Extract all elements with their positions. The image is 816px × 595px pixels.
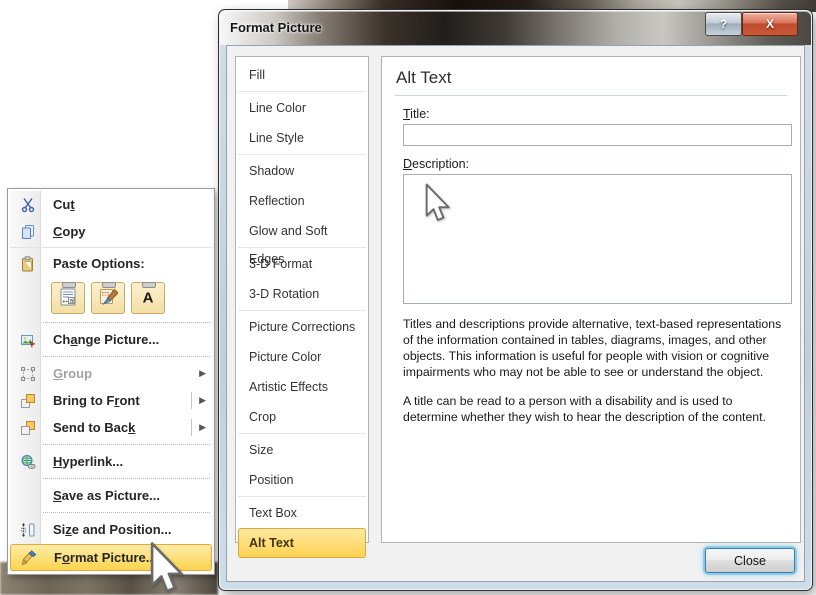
svg-text:A: A [143,289,154,306]
paste-option-source-formatting[interactable]: a [51,282,85,314]
sidebar-item-crop[interactable]: Crop [238,402,366,432]
scissors-icon [14,197,42,213]
copy-icon [14,224,42,240]
mouse-cursor [424,182,450,223]
submenu-arrow-icon: ▶ [199,368,206,379]
menu-item-label: Copy [53,224,86,239]
paste-options-row: aA [10,277,212,319]
sidebar-item-3-d-rotation[interactable]: 3-D Rotation [238,279,366,309]
sidebar-item-shadow[interactable]: Shadow [238,156,366,186]
description-input[interactable] [403,174,792,304]
sidebar-item-size[interactable]: Size [238,435,366,465]
heading-divider [395,95,787,96]
menu-item-label: Size and Position... [53,522,171,537]
sidebar-item-picture-corrections[interactable]: Picture Corrections [238,312,366,342]
dialog-help-button[interactable]: ? [705,12,742,36]
change-picture-icon [14,332,42,348]
menu-item-label: Save as Picture... [53,488,160,503]
svg-text:a: a [69,297,73,304]
group-icon [14,366,42,382]
help-icon: ? [720,17,727,31]
dialog-title: Format Picture [230,20,322,35]
sidebar-item-line-color[interactable]: Line Color [238,93,366,123]
submenu-split-divider [191,392,192,409]
dialog-close-button[interactable]: X [742,12,798,36]
submenu-arrow-icon: ▶ [199,422,206,433]
mouse-cursor [148,540,184,595]
submenu-split-divider [191,419,192,436]
menu-item-label: Group [53,366,92,381]
menu-item-send-to-back[interactable]: Send to Back ▶ [10,414,212,441]
context-menu: CutCopyPaste Options:aAChange Picture...… [7,188,215,575]
menu-item-cut[interactable]: Cut [10,191,212,218]
category-list: FillLine ColorLine StyleShadowReflection… [235,56,369,543]
sidebar-item-position[interactable]: Position [238,465,366,495]
sidebar-item-alt-text[interactable]: Alt Text [238,528,366,558]
title-input[interactable] [403,124,792,146]
sidebar-group-separator [238,433,366,434]
menu-item-label: Format Picture... [54,550,157,565]
paste-brush-icon [98,287,118,310]
screen: CutCopyPaste Options:aAChange Picture...… [0,0,816,595]
menu-item-label: Hyperlink... [53,454,123,469]
menu-separator [43,356,210,357]
alt-text-help-paragraph-2: A title can be read to a person with a d… [403,394,788,426]
menu-separator [43,444,210,445]
sidebar-item-artistic-effects[interactable]: Artistic Effects [238,372,366,402]
alt-text-help-paragraph-1: Titles and descriptions provide alternat… [403,317,788,381]
description-label: Description: [403,157,800,171]
paste-option-keep-text-only[interactable]: A [131,282,165,314]
menu-item-paste-options: Paste Options: [10,250,212,277]
submenu-arrow-icon: ▶ [199,395,206,406]
menu-item-change-picture[interactable]: Change Picture... [10,326,212,353]
menu-item-label: Cut [53,197,75,212]
menu-item-size-and-position[interactable]: Size and Position... [10,516,212,543]
alt-text-panel: Alt Text Title: Description: Titles and … [381,56,801,543]
send-to-back-icon [14,420,42,436]
paste-icon [14,256,42,272]
menu-item-label: Change Picture... [53,332,159,347]
sidebar-item-picture-color[interactable]: Picture Color [238,342,366,372]
sidebar-group-separator [238,91,366,92]
paste-option-destination-theme[interactable] [91,282,125,314]
menu-separator [43,322,210,323]
sidebar-group-separator [238,496,366,497]
menu-item-label: Paste Options: [53,256,145,271]
sidebar-group-separator [238,310,366,311]
sidebar-item-glow-and-soft-edges[interactable]: Glow and Soft Edges [238,216,366,246]
close-button[interactable]: Close [705,548,795,573]
dialog-content: FillLine ColorLine StyleShadowReflection… [226,45,805,582]
paste-letter-a-icon: A [138,287,158,310]
panel-heading: Alt Text [396,68,786,88]
menu-separator [43,478,210,479]
menu-separator [10,247,212,248]
bring-to-front-icon [14,393,42,409]
sidebar-item-reflection[interactable]: Reflection [238,186,366,216]
close-icon: X [766,17,774,31]
menu-item-label: Bring to Front [53,393,140,408]
format-picture-icon [15,550,43,566]
menu-item-save-as-picture[interactable]: Save as Picture... [10,482,212,509]
sidebar-group-separator [238,154,366,155]
menu-item-label: Send to Back [53,420,135,435]
menu-separator [43,512,210,513]
sidebar-item-line-style[interactable]: Line Style [238,123,366,153]
menu-item-bring-to-front[interactable]: Bring to Front ▶ [10,387,212,414]
menu-item-group[interactable]: Group ▶ [10,360,212,387]
title-label: Title: [403,107,800,121]
menu-item-hyperlink[interactable]: Hyperlink... [10,448,212,475]
description-field-wrap [403,174,786,304]
sidebar-item-text-box[interactable]: Text Box [238,498,366,528]
size-position-icon [14,522,42,538]
sidebar-item-fill[interactable]: Fill [238,60,366,90]
paste-doc-a-icon: a [58,287,78,310]
format-picture-dialog: Format Picture ? X FillLine ColorLine St… [218,9,813,591]
hyperlink-icon [14,454,42,470]
sidebar-item-3-d-format[interactable]: 3-D Format [238,249,366,279]
menu-item-copy[interactable]: Copy [10,218,212,245]
